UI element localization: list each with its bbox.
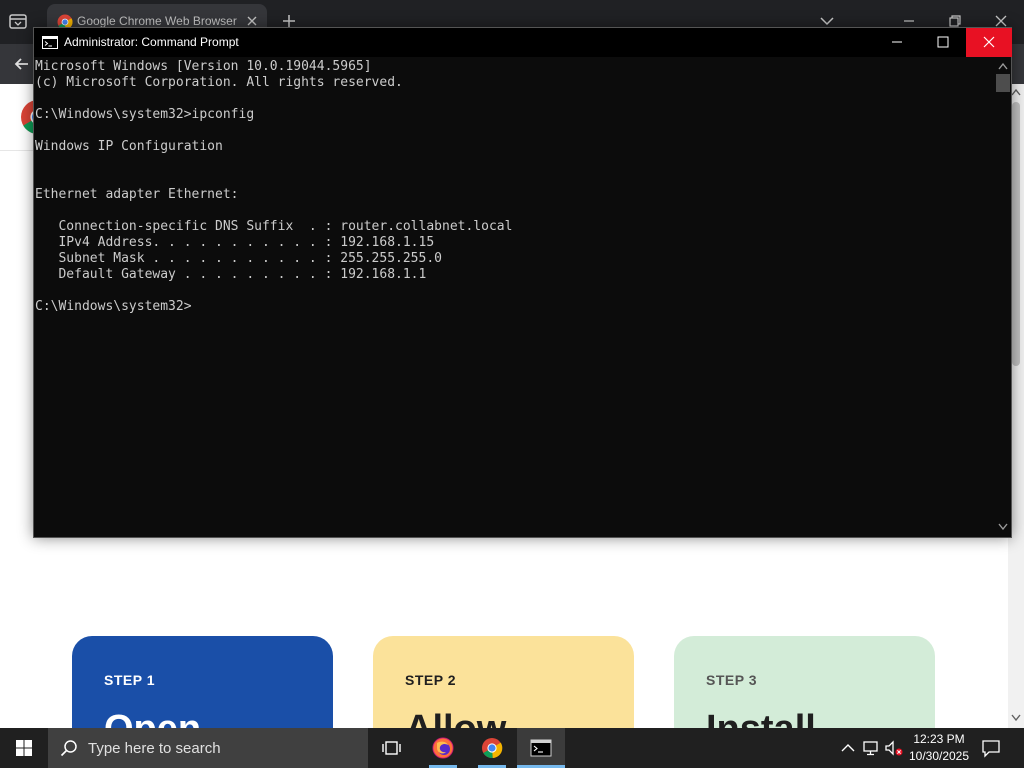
console-line: IPv4 Address. . . . . . . . . . . : 192.… (35, 235, 435, 250)
scroll-down-icon[interactable] (998, 523, 1008, 531)
tab-close-icon[interactable] (245, 14, 259, 28)
clock-time[interactable]: 12:23 PM (900, 731, 978, 748)
window-title: Administrator: Command Prompt (64, 35, 239, 49)
taskbar-command-prompt[interactable] (517, 728, 565, 768)
search-icon (60, 739, 78, 757)
page-scroll-thumb[interactable] (1012, 102, 1020, 366)
network-icon[interactable] (861, 738, 881, 758)
console-line: Windows IP Configuration (35, 139, 223, 154)
taskbar-chrome[interactable] (468, 728, 516, 768)
command-prompt-window[interactable]: Administrator: Command Prompt Microsoft … (33, 27, 1012, 538)
scroll-up-icon[interactable] (1011, 88, 1021, 96)
search-placeholder: Type here to search (88, 740, 221, 757)
scroll-down-icon[interactable] (1011, 714, 1021, 722)
notification-icon[interactable] (980, 738, 1002, 758)
step-label: STEP 3 (706, 672, 757, 688)
step-label: STEP 2 (405, 672, 456, 688)
tab-title: Google Chrome Web Browser: D (77, 14, 237, 28)
taskbar-firefox[interactable] (419, 728, 467, 768)
firefox-icon (432, 737, 454, 759)
task-view-button[interactable] (368, 728, 416, 768)
minimize-button[interactable] (874, 28, 920, 57)
task-view-icon (382, 741, 401, 755)
cmd-title-bar[interactable]: Administrator: Command Prompt (34, 28, 1012, 57)
start-button[interactable] (0, 728, 48, 768)
taskbar: Type here to search 12:23 PM 10/30/2025 (0, 728, 1024, 768)
console-line: Connection-specific DNS Suffix . : route… (35, 219, 513, 234)
tab-search-icon[interactable] (8, 12, 30, 32)
command-prompt-line[interactable]: C:\Windows\system32> (35, 299, 995, 315)
console-line: Default Gateway . . . . . . . . . : 192.… (35, 267, 427, 282)
maximize-button[interactable] (920, 28, 966, 57)
console-output[interactable]: Microsoft Windows [Version 10.0.19044.59… (34, 57, 995, 537)
console-line: (c) Microsoft Corporation. All rights re… (35, 75, 403, 90)
console-line: Microsoft Windows [Version 10.0.19044.59… (35, 59, 372, 74)
minimize-icon (892, 41, 902, 43)
console-line: Ethernet adapter Ethernet: (35, 187, 239, 202)
maximize-icon (937, 36, 949, 48)
clock-date[interactable]: 10/30/2025 (900, 748, 978, 765)
chevron-up-icon[interactable] (838, 738, 858, 758)
cmd-scrollbar[interactable] (995, 57, 1011, 537)
back-arrow-icon[interactable] (12, 54, 32, 74)
console-line: Subnet Mask . . . . . . . . . . . : 255.… (35, 251, 442, 266)
scroll-up-icon[interactable] (998, 62, 1008, 70)
desktop: Google Chrome Web Browser: D STEP 1 STEP… (0, 0, 1024, 768)
chrome-icon (482, 738, 503, 759)
taskbar-search-box[interactable]: Type here to search (48, 728, 368, 768)
cmd-scroll-thumb[interactable] (996, 74, 1010, 92)
windows-start-icon (16, 740, 32, 756)
step-label: STEP 1 (104, 672, 155, 688)
command-prompt-icon (530, 739, 552, 757)
command-prompt-icon (42, 36, 58, 49)
close-icon (983, 36, 995, 48)
console-line: C:\Windows\system32>ipconfig (35, 107, 255, 122)
close-button[interactable] (966, 28, 1012, 57)
